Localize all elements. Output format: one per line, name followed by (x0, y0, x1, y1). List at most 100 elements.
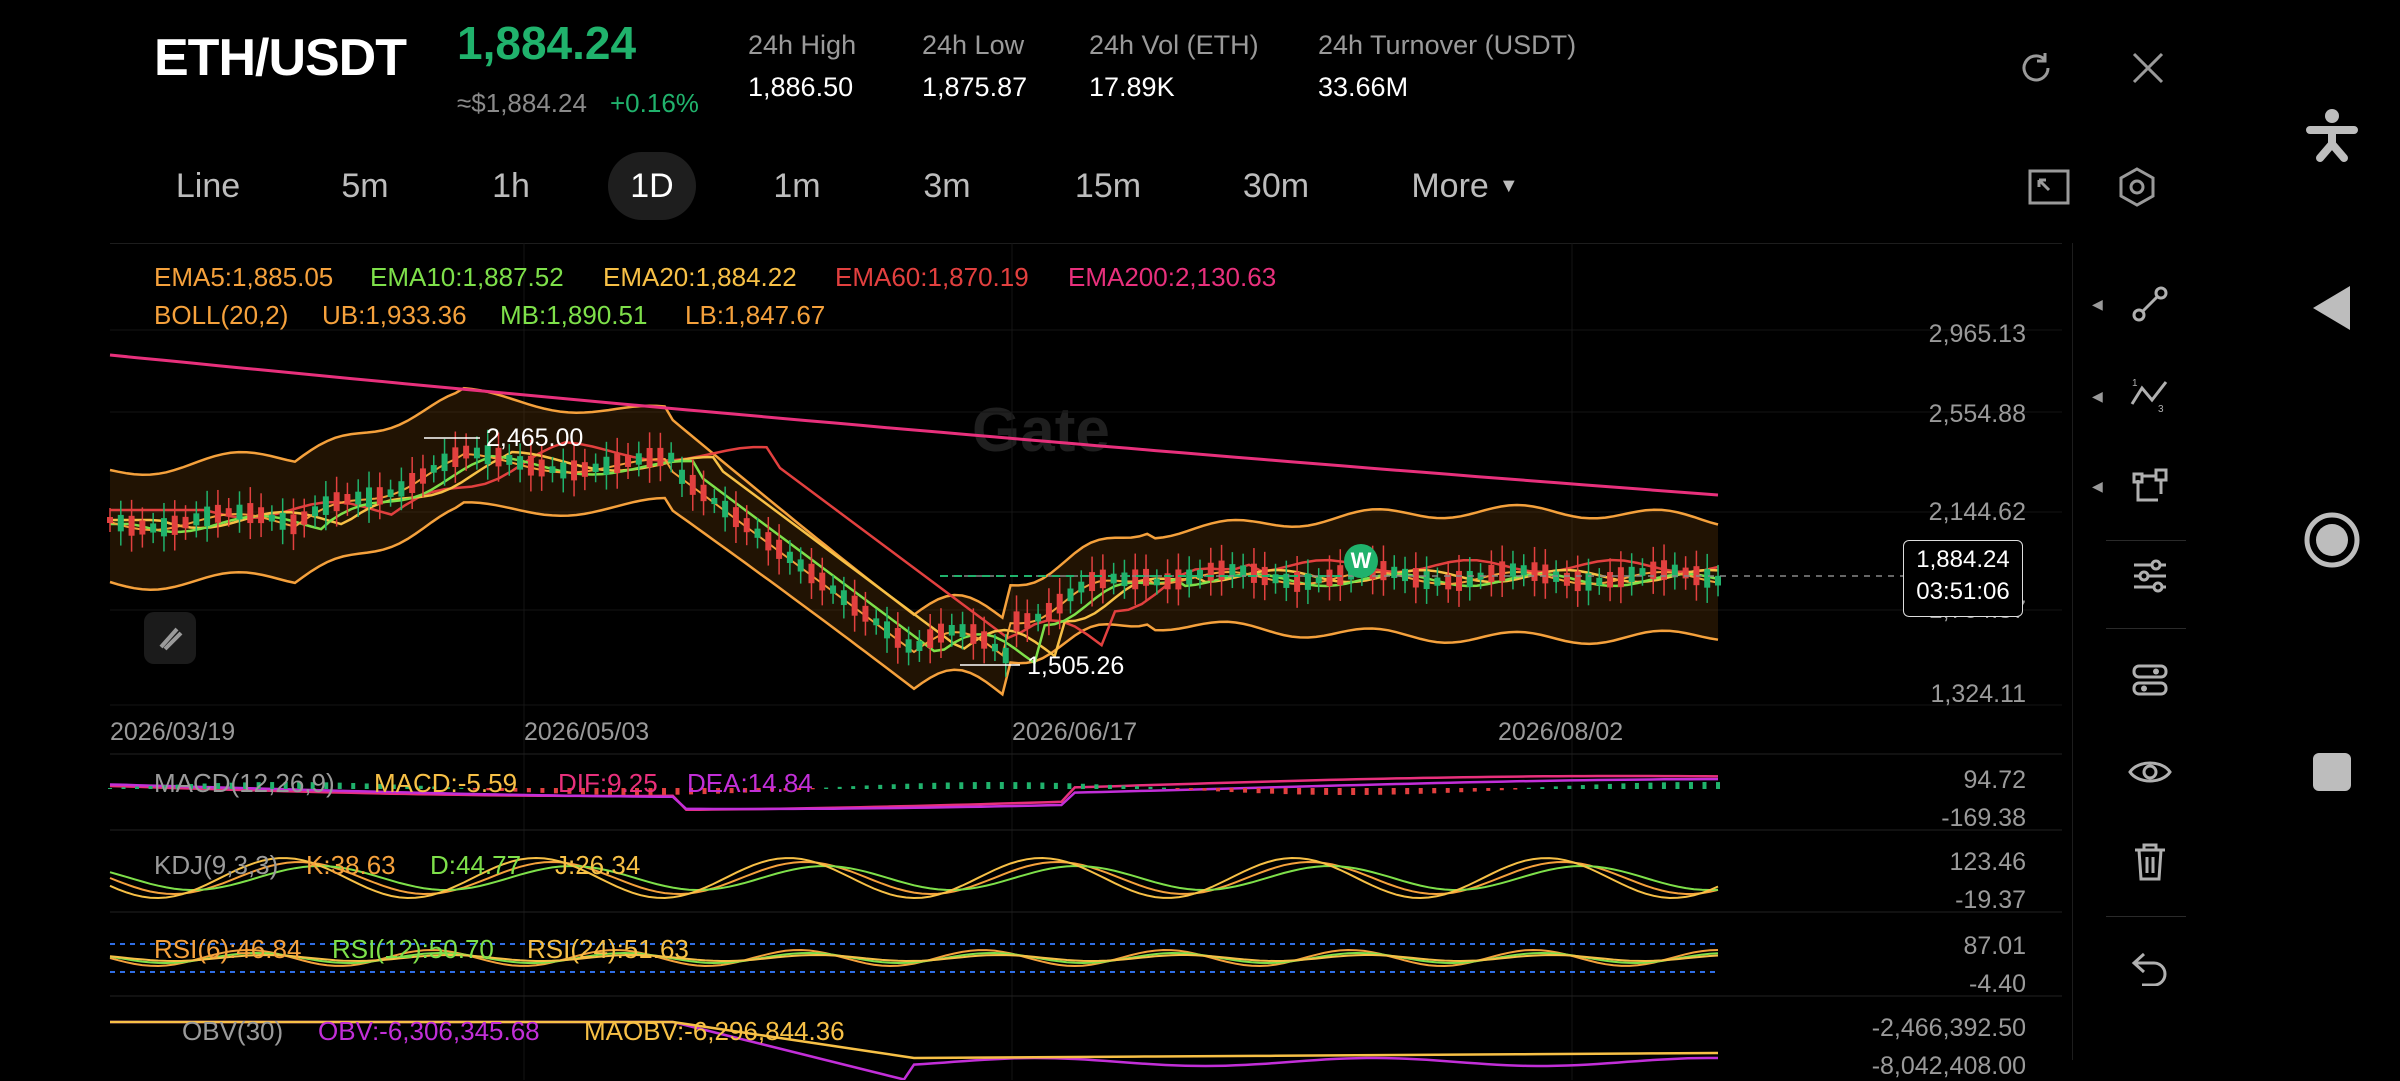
shape-tool-icon[interactable] (2120, 456, 2180, 516)
macd-histogram-bar (918, 783, 923, 789)
candle-body (1143, 568, 1150, 586)
candle-body (722, 500, 729, 518)
candle-body (506, 455, 513, 465)
toolbar-divider (2072, 243, 2073, 1060)
candle-body (117, 514, 124, 532)
macd-histogram-bar (972, 782, 977, 789)
candle-body (1056, 593, 1063, 614)
expand-arrow-icon[interactable]: ◀ (2092, 388, 2103, 405)
kdj-d: D:44.77 (430, 850, 522, 880)
high-marker-label: 2,465.00 (486, 424, 584, 452)
macd-histogram-bar (1229, 788, 1234, 793)
expand-arrow-icon[interactable]: ◀ (2092, 296, 2103, 313)
macd-histogram-bar (526, 788, 531, 793)
candle-body (1628, 566, 1635, 583)
rsi6-label: RSI(6):46.84 (154, 934, 302, 964)
candle-body (830, 585, 837, 594)
macd-histogram-bar (1688, 782, 1693, 789)
candle-body (1196, 569, 1203, 579)
ema20-label: EMA20:1,884.22 (603, 262, 797, 292)
macd-histogram-bar (1283, 788, 1288, 795)
candle-body (1455, 570, 1462, 591)
recents-icon[interactable] (2300, 740, 2364, 804)
obv-y-top: -2,466,392.50 (1871, 1014, 2026, 1042)
drawing-toggle-icon[interactable] (144, 612, 196, 664)
macd-histogram-bar (1513, 788, 1518, 790)
macd-histogram-bar (1432, 788, 1437, 794)
macd-histogram-bar (1567, 785, 1572, 789)
expand-arrow-icon[interactable]: ◀ (2092, 478, 2103, 495)
accessibility-icon[interactable] (2300, 104, 2364, 168)
candle-body (139, 520, 146, 535)
candle-body (1402, 568, 1409, 582)
candle-body (182, 516, 189, 529)
ema10-label: EMA10:1,887.52 (370, 262, 564, 292)
candle-body (1412, 568, 1419, 588)
candle-body (603, 456, 610, 475)
layout-settings-icon[interactable] (2120, 650, 2180, 710)
candle-body (1542, 564, 1549, 584)
candle-body (463, 445, 470, 459)
home-icon[interactable] (2300, 508, 2364, 572)
event-badge[interactable]: W (1344, 544, 1378, 578)
macd-histogram-bar (1580, 785, 1585, 789)
macd-histogram-bar (1026, 782, 1031, 789)
macd-title: MACD(12,26,9) (154, 768, 335, 798)
macd-histogram-bar (364, 783, 369, 789)
macd-histogram-bar (1378, 788, 1383, 795)
current-price-value: 1,884.24 (1916, 546, 2010, 573)
macd-histogram-bar (1716, 782, 1720, 789)
candle-body (322, 496, 329, 515)
macd-histogram-bar (337, 782, 342, 789)
svg-text:1: 1 (2132, 378, 2138, 389)
candle-body (1596, 577, 1603, 586)
macd-histogram-bar (1594, 784, 1599, 789)
macd-histogram-bar (675, 788, 680, 795)
candle-body (1013, 611, 1020, 632)
macd-histogram-bar (891, 784, 896, 789)
candle-body (376, 487, 383, 505)
y-tick-3: 2,144.62 (1928, 498, 2026, 526)
macd-histogram-bar (945, 782, 950, 789)
undo-icon[interactable] (2120, 938, 2180, 998)
candle-body (959, 624, 966, 638)
candle-body (1715, 575, 1721, 586)
candle-body (1574, 571, 1581, 592)
macd-histogram-bar (108, 788, 112, 789)
visibility-icon[interactable] (2120, 742, 2180, 802)
kdj-j: J:26.34 (555, 850, 641, 880)
candle-body (290, 514, 297, 535)
candle-body (1326, 569, 1333, 587)
kdj-y-bottom: -19.37 (1955, 886, 2026, 914)
candle-body (581, 462, 588, 477)
candle-body (819, 572, 826, 591)
macd-histogram-bar (351, 783, 356, 789)
ema200-label: EMA200:2,130.63 (1068, 262, 1277, 292)
back-icon[interactable] (2300, 276, 2364, 340)
candle-body (948, 624, 955, 636)
candle-body (366, 487, 373, 508)
macd-histogram-bar (121, 787, 126, 789)
candle-body (193, 513, 200, 526)
fibonacci-tool-icon[interactable]: 13 (2120, 366, 2180, 426)
candle-body (689, 474, 696, 495)
macd-histogram-bar (986, 782, 991, 789)
line-tool-icon[interactable] (2120, 274, 2180, 334)
macd-histogram-bar (1094, 784, 1099, 789)
boll-mb-label: MB:1,890.51 (500, 300, 648, 330)
candle-body (214, 504, 221, 523)
candle-body (301, 511, 308, 525)
candle-body (1509, 563, 1516, 577)
candle-body (625, 454, 632, 467)
macd-histogram-bar (148, 785, 153, 789)
candle-body (970, 624, 977, 644)
delete-icon[interactable] (2120, 832, 2180, 892)
candle-body (1466, 570, 1473, 587)
macd-histogram-bar (1202, 788, 1207, 791)
candle-body (204, 506, 211, 527)
candle-body (549, 466, 556, 474)
macd-histogram-bar (1472, 788, 1477, 792)
candle-body (1531, 562, 1538, 581)
indicator-settings-icon[interactable] (2120, 546, 2180, 606)
macd-histogram-bar (1418, 788, 1423, 794)
